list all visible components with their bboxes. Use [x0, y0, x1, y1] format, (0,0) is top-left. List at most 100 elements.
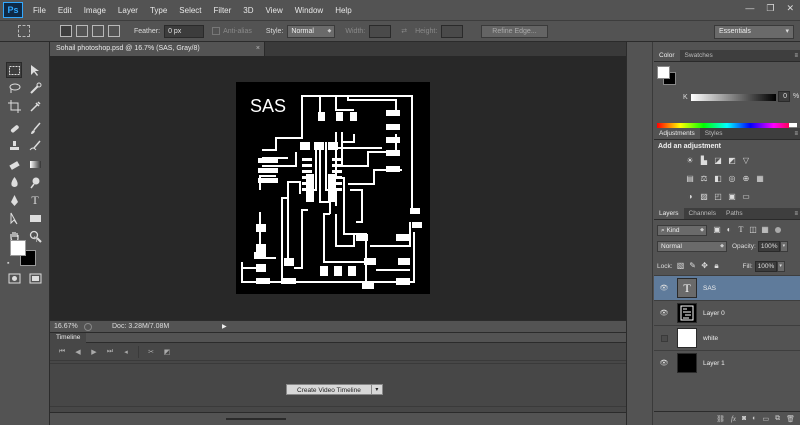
panel-menu-icon[interactable]: ≡: [794, 50, 800, 61]
new-selection-icon[interactable]: [60, 25, 72, 37]
close-button[interactable]: ✕: [786, 3, 794, 14]
folder-icon[interactable]: ▭: [762, 415, 769, 423]
zoom-level[interactable]: 16.67%: [50, 323, 80, 330]
lock-all-icon[interactable]: 🔒︎: [711, 261, 723, 271]
lock-transparency-icon[interactable]: ▧: [675, 261, 687, 271]
posterize-icon[interactable]: ▨: [698, 192, 710, 202]
layer-row[interactable]: white: [654, 325, 800, 350]
menu-select[interactable]: Select: [173, 6, 207, 15]
tab-layers[interactable]: Layers: [654, 208, 684, 219]
timeline-zoom-slider[interactable]: [226, 418, 286, 420]
fx-icon[interactable]: fx: [731, 415, 736, 423]
visibility-eye-icon[interactable]: 👁︎: [654, 359, 674, 367]
swap-colors-icon[interactable]: ↰: [32, 235, 39, 244]
color-balance-icon[interactable]: ⚖: [698, 174, 710, 184]
link-icon[interactable]: ⛓︎: [716, 415, 725, 423]
tab-channels[interactable]: Channels: [684, 208, 721, 219]
color-lookup-icon[interactable]: ▦: [754, 174, 766, 184]
layer-name[interactable]: Layer 0: [703, 310, 725, 317]
hue-saturation-icon[interactable]: ▤: [684, 174, 696, 184]
tab-styles[interactable]: Styles: [700, 128, 728, 139]
channel-mixer-icon[interactable]: ⊕: [740, 174, 752, 184]
menu-image[interactable]: Image: [78, 6, 112, 15]
opacity-dropdown-icon[interactable]: ▾: [779, 240, 788, 252]
visibility-toggle-off[interactable]: [654, 334, 674, 342]
add-selection-icon[interactable]: [76, 25, 88, 37]
next-frame-icon[interactable]: ⏭: [102, 348, 118, 356]
play-icon[interactable]: ▶: [86, 348, 102, 356]
workspace-select[interactable]: Essentials: [714, 25, 794, 39]
panel-menu-icon[interactable]: ≡: [794, 208, 800, 219]
visibility-eye-icon[interactable]: 👁︎: [654, 284, 674, 292]
curves-icon[interactable]: ◪: [712, 156, 724, 166]
opacity-input[interactable]: 100%: [757, 240, 780, 252]
healing-brush-tool-icon[interactable]: [6, 120, 22, 136]
tab-paths[interactable]: Paths: [721, 208, 748, 219]
threshold-icon[interactable]: ◰: [712, 192, 724, 202]
menu-filter[interactable]: Filter: [208, 6, 238, 15]
brightness-icon[interactable]: ☀: [684, 156, 696, 166]
subtract-selection-icon[interactable]: [92, 25, 104, 37]
visibility-eye-icon[interactable]: 👁︎: [654, 309, 674, 317]
filter-shape-icon[interactable]: ◫: [747, 225, 759, 235]
menu-type[interactable]: Type: [144, 6, 173, 15]
eyedropper-tool-icon[interactable]: [27, 98, 43, 114]
close-document-icon[interactable]: ×: [256, 42, 260, 56]
filter-adjustment-icon[interactable]: ◐: [723, 225, 735, 235]
minimize-button[interactable]: —: [745, 3, 754, 14]
new-layer-icon[interactable]: ⧉: [775, 415, 780, 423]
menu-file[interactable]: File: [27, 6, 52, 15]
tab-adjustments[interactable]: Adjustments: [654, 128, 700, 139]
trash-icon[interactable]: 🗑︎: [786, 415, 795, 423]
blend-mode-select[interactable]: Normal: [657, 240, 727, 252]
tab-color[interactable]: Color: [654, 50, 680, 61]
layer-name[interactable]: white: [703, 335, 718, 342]
levels-icon[interactable]: ▙: [698, 156, 710, 166]
feather-input[interactable]: 0 px: [164, 24, 205, 38]
style-select[interactable]: Normal: [287, 24, 336, 38]
mask-icon[interactable]: ◙: [742, 415, 746, 422]
path-selection-tool-icon[interactable]: [6, 210, 22, 226]
k-slider[interactable]: [691, 94, 776, 101]
split-icon[interactable]: ✂: [143, 348, 159, 356]
refine-edge-button[interactable]: Refine Edge...: [481, 24, 548, 38]
create-video-timeline-button[interactable]: Create Video Timeline: [286, 384, 372, 395]
marquee-preset-icon[interactable]: [18, 25, 30, 37]
status-menu-arrow-icon[interactable]: ▶: [222, 323, 227, 330]
foreground-color-swatch[interactable]: [10, 240, 26, 256]
lock-position-icon[interactable]: ✥: [699, 261, 711, 271]
quick-mask-icon[interactable]: [6, 270, 22, 286]
swap-icon[interactable]: ⇄: [401, 27, 407, 35]
timeline-tab[interactable]: Timeline: [50, 332, 87, 343]
document-canvas[interactable]: SAS: [236, 82, 430, 311]
lasso-tool-icon[interactable]: [6, 80, 22, 96]
brush-tool-icon[interactable]: [27, 120, 43, 136]
panel-menu-icon[interactable]: ≡: [794, 128, 800, 139]
document-tab[interactable]: Sohail photoshop.psd @ 16.7% (SAS, Gray/…: [50, 42, 265, 56]
k-value-input[interactable]: 0: [778, 91, 790, 102]
photo-filter-icon[interactable]: ◎: [726, 174, 738, 184]
clone-stamp-tool-icon[interactable]: [6, 138, 22, 154]
fill-dropdown-icon[interactable]: ▾: [776, 260, 785, 272]
pen-tool-icon[interactable]: [6, 192, 22, 208]
filter-toggle-icon[interactable]: [775, 227, 781, 233]
blur-tool-icon[interactable]: [6, 174, 22, 190]
filter-pixel-icon[interactable]: ▣: [711, 225, 723, 235]
foreground-color-chip[interactable]: [657, 66, 670, 79]
exposure-icon[interactable]: ◩: [726, 156, 738, 166]
type-tool-icon[interactable]: T: [27, 192, 43, 208]
screen-mode-icon[interactable]: [27, 270, 43, 286]
filter-type-icon[interactable]: T: [735, 225, 747, 235]
marquee-tool-icon[interactable]: [6, 62, 22, 78]
dodge-tool-icon[interactable]: [27, 174, 43, 190]
antialias-checkbox[interactable]: [212, 27, 221, 35]
rectangle-tool-icon[interactable]: [27, 210, 43, 226]
restore-button[interactable]: ❐: [766, 3, 774, 14]
filter-smart-object-icon[interactable]: ▦: [759, 225, 771, 235]
invert-icon[interactable]: ◑: [684, 192, 696, 202]
gradient-map-icon[interactable]: ▭: [740, 192, 752, 202]
layer-name[interactable]: SAS: [703, 285, 716, 292]
menu-help[interactable]: Help: [329, 6, 357, 15]
adjustment-icon[interactable]: ◐: [752, 415, 756, 422]
default-colors-icon[interactable]: ▪: [7, 260, 9, 267]
